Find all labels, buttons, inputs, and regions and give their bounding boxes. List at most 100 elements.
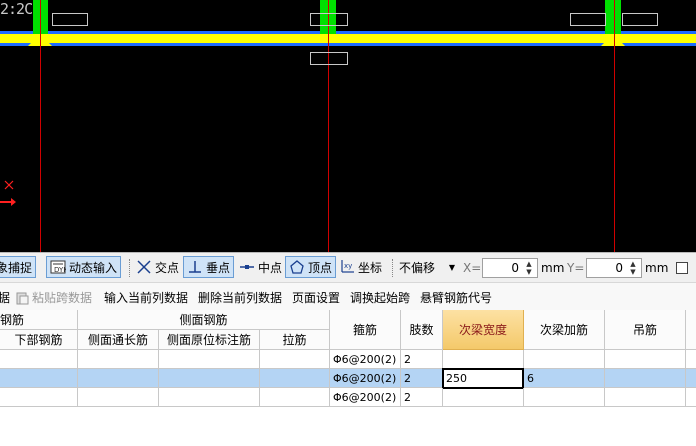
perpendicular-icon [189, 261, 201, 273]
beam-edge-bottom [0, 43, 696, 46]
copy-span-data-label: 据 [0, 291, 11, 305]
y-offset-spinner[interactable]: ▲ ▼ [626, 260, 640, 276]
cell[interactable] [686, 388, 696, 407]
col-header-tie[interactable]: 拉筋 [260, 330, 330, 350]
cell-secondary-width[interactable] [443, 350, 524, 369]
col-header-secondary-width[interactable]: 次梁宽度 [443, 310, 524, 350]
swap-start-span-button[interactable]: 调换起始跨 [350, 289, 410, 306]
vertex-label: 顶点 [308, 260, 333, 275]
vertex-snap-button[interactable]: 顶点 [285, 256, 337, 278]
toolbar-separator [392, 259, 394, 277]
cad-canvas[interactable]: 2:2C1 [0, 0, 696, 252]
x-offset-input[interactable]: 0 ▲ ▼ [482, 258, 538, 278]
cell-hanger[interactable] [605, 350, 686, 369]
grid-toolbar: 据 粘贴跨数据 输入当前列数据 删除当前列数据 页面设置 调换起始跨 悬臂钢筋代… [0, 283, 696, 310]
col-header-legs[interactable]: 肢数 [401, 310, 443, 350]
cell-hanger[interactable] [605, 369, 686, 388]
cell-hanger[interactable] [605, 388, 686, 407]
dim-label-box [52, 13, 88, 26]
object-snap-toggle[interactable]: 对象捕捉 [0, 256, 37, 278]
selected-beam[interactable] [0, 34, 696, 43]
group-header-side-rebar-text: 侧面钢筋 [179, 313, 228, 327]
cell[interactable] [260, 350, 330, 369]
col-header-side-through-text: 侧面通长筋 [87, 333, 148, 347]
cell[interactable] [78, 369, 159, 388]
cell[interactable] [0, 350, 78, 369]
paste-icon [16, 292, 29, 304]
col-header-side-through[interactable]: 侧面通长筋 [78, 330, 159, 350]
cell-secondary-extra[interactable] [524, 350, 605, 369]
cell[interactable] [686, 350, 696, 369]
perpendicular-snap-button[interactable]: 垂点 [183, 256, 235, 278]
coordinate-snap-button[interactable]: xy 坐标 [336, 256, 385, 278]
cell[interactable] [260, 369, 330, 388]
col-header-hanger[interactable]: 吊筋 [605, 310, 686, 350]
group-header-side-rebar: 侧面钢筋 [78, 310, 330, 330]
col-header-side-in-situ[interactable]: 侧面原位标注筋 [159, 330, 260, 350]
rebar-grid: 钢筋 侧面钢筋 下部钢筋 侧面通长筋 侧面原位标注筋 拉筋 箍筋 肢数 次梁宽度… [0, 310, 696, 446]
col-header-bottom-rebar[interactable]: 下部钢筋 [0, 330, 78, 350]
cell[interactable] [0, 369, 78, 388]
input-column-data-button[interactable]: 输入当前列数据 [104, 289, 188, 306]
dim-label-box [310, 52, 348, 65]
page-setup-button[interactable]: 页面设置 [292, 289, 340, 306]
rotate-checkbox[interactable] [676, 262, 688, 274]
cell[interactable] [159, 369, 260, 388]
cell-secondary-width-editor[interactable]: 250 [442, 368, 524, 389]
support-marker-right [601, 34, 625, 46]
col-header-secondary-extra[interactable]: 次梁加筋 [524, 310, 605, 350]
cell[interactable] [159, 350, 260, 369]
dynamic-input-toggle[interactable]: DYN 动态输入 [46, 256, 122, 278]
dim-label-box [310, 13, 348, 26]
vertex-icon [290, 260, 304, 274]
cell-secondary-extra[interactable] [524, 388, 605, 407]
delete-column-data-label: 删除当前列数据 [198, 291, 283, 305]
cell[interactable] [159, 388, 260, 407]
col-header-overflow [686, 310, 696, 350]
page-setup-label: 页面设置 [292, 291, 341, 305]
offset-mode-value: 不偏移 [399, 260, 436, 275]
chevron-down-icon: ▼ [448, 262, 455, 272]
cell-legs[interactable]: 2 [401, 350, 443, 369]
input-column-data-label: 输入当前列数据 [104, 291, 189, 305]
cell-legs[interactable]: 2 [401, 369, 443, 388]
cell-stirrup[interactable]: Φ6@200(2) [330, 350, 401, 369]
object-snap-label: 对象捕捉 [0, 260, 33, 275]
cell[interactable] [686, 369, 696, 388]
col-header-stirrup[interactable]: 箍筋 [330, 310, 401, 350]
cell-legs-text: 2 [404, 371, 411, 385]
intersection-icon [137, 260, 151, 274]
cell-stirrup[interactable]: Φ6@200(2) [330, 388, 401, 407]
x-offset-label: X= [463, 261, 482, 275]
cell-stirrup[interactable]: Φ6@200(2) [330, 369, 401, 388]
intersection-snap-button[interactable]: 交点 [133, 256, 182, 278]
coordinate-icon: xy [341, 260, 354, 273]
perpendicular-label: 垂点 [206, 260, 231, 275]
cantilever-rebar-code-button[interactable]: 悬臂钢筋代号 [420, 289, 492, 306]
cell-secondary-extra[interactable]: 6 [524, 369, 605, 388]
paste-span-data-button[interactable]: 粘贴跨数据 [15, 289, 92, 306]
dynamic-input-icon: DYN [50, 260, 66, 274]
dim-label-box [622, 13, 658, 26]
offset-mode-select[interactable]: 不偏移 ▼ [396, 256, 458, 278]
cell-stirrup-text: Φ6@200(2) [333, 352, 397, 366]
midpoint-snap-button[interactable]: 中点 [236, 256, 285, 278]
cell[interactable] [78, 388, 159, 407]
y-offset-input[interactable]: 0 ▲ ▼ [586, 258, 642, 278]
cell[interactable] [0, 388, 78, 407]
cell-legs[interactable]: 2 [401, 388, 443, 407]
y-unit-label: mm [645, 261, 669, 275]
cell[interactable] [78, 350, 159, 369]
cell[interactable] [260, 388, 330, 407]
copy-span-data-button[interactable]: 据 [0, 289, 10, 306]
x-unit-label: mm [541, 261, 565, 275]
col-header-side-in-situ-text: 侧面原位标注筋 [166, 333, 251, 347]
x-offset-value: 0 [511, 261, 519, 275]
cell-secondary-width[interactable] [443, 388, 524, 407]
origin-cross-icon [4, 180, 14, 190]
delete-column-data-button[interactable]: 删除当前列数据 [198, 289, 282, 306]
x-offset-spinner[interactable]: ▲ ▼ [522, 260, 536, 276]
column-right[interactable] [605, 0, 621, 34]
col-header-hanger-text: 吊筋 [632, 323, 657, 337]
svg-text:xy: xy [344, 262, 352, 270]
